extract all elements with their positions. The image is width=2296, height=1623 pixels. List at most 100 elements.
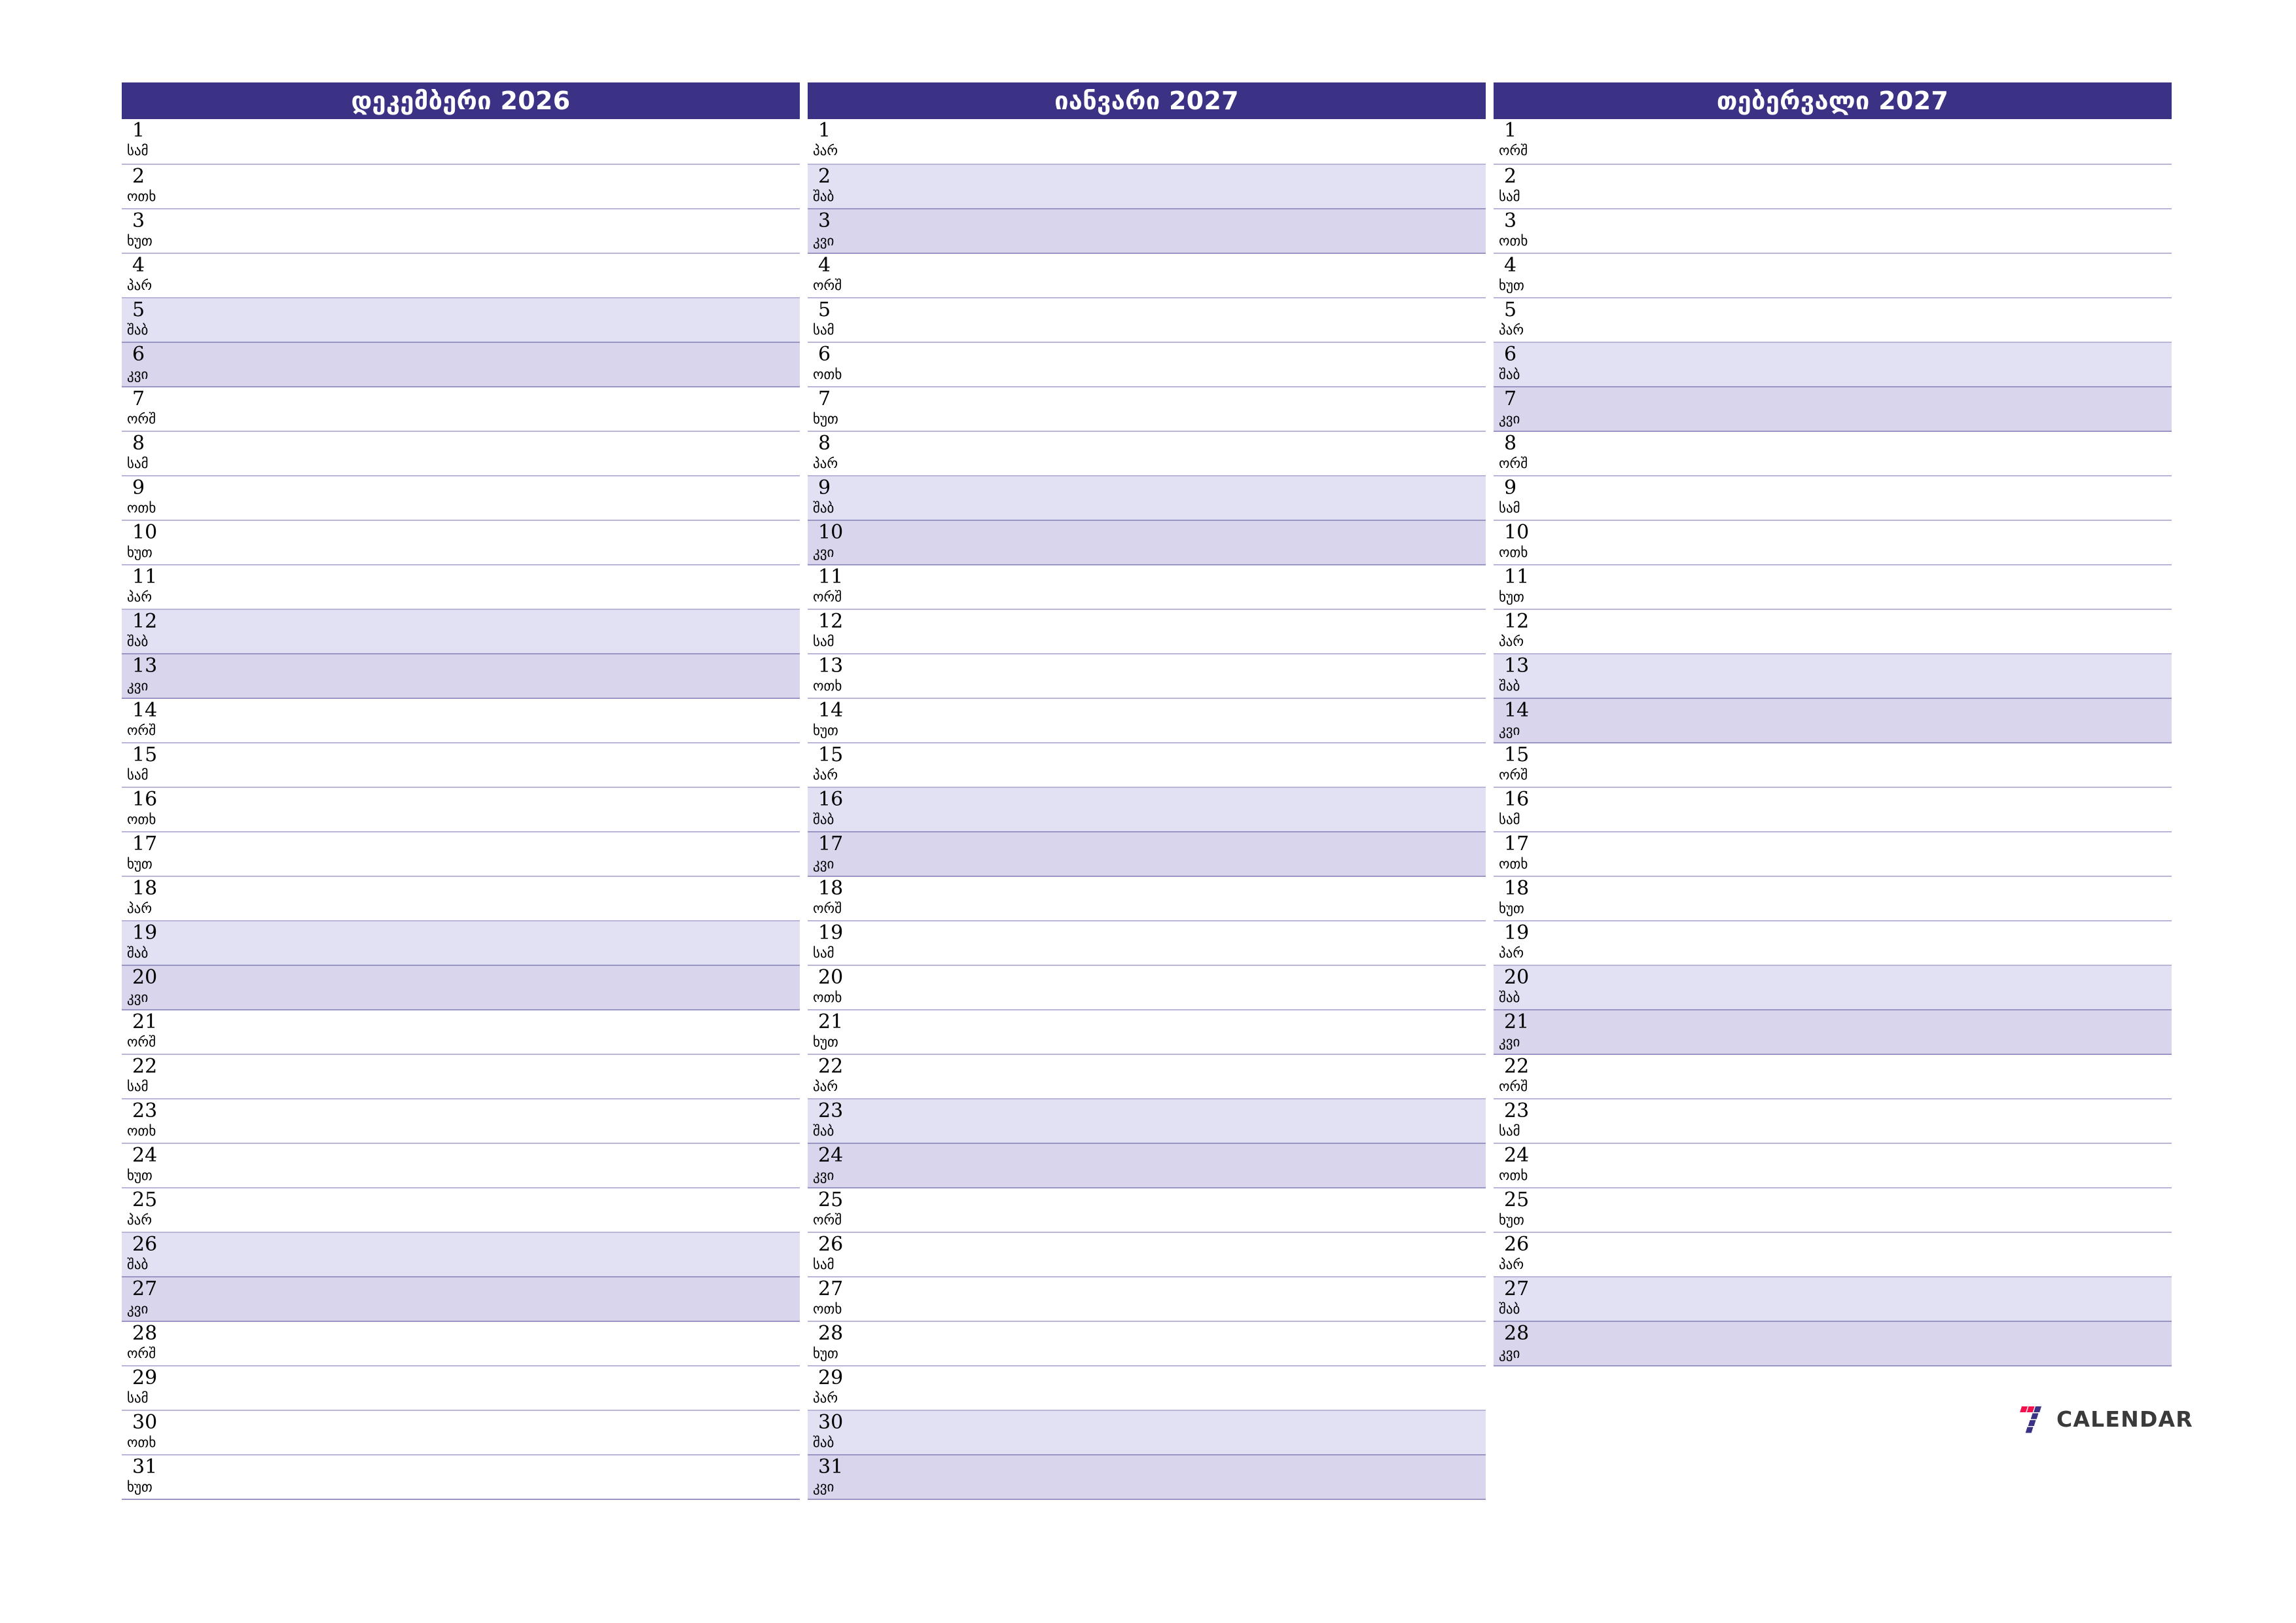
day-row[interactable]: 22 ორშ <box>1494 1054 2172 1098</box>
day-row[interactable]: 30 ოთხ <box>122 1410 800 1454</box>
day-note-area[interactable] <box>906 1322 1486 1365</box>
day-row[interactable]: 3 კვი <box>808 208 1486 253</box>
day-note-area[interactable] <box>1592 832 2172 876</box>
day-note-area[interactable] <box>1592 165 2172 208</box>
day-note-area[interactable] <box>1592 1144 2172 1187</box>
day-row[interactable]: 25 პარ <box>122 1187 800 1232</box>
day-row[interactable]: 1 პარ <box>808 119 1486 164</box>
day-row[interactable]: 1 ორშ <box>1494 119 2172 164</box>
day-note-area[interactable] <box>220 209 800 253</box>
day-row[interactable]: 2 ოთხ <box>122 164 800 208</box>
day-row[interactable]: 26 შაბ <box>122 1232 800 1276</box>
day-row[interactable]: 29 სამ <box>122 1365 800 1410</box>
day-row[interactable]: 9 შაბ <box>808 475 1486 520</box>
day-note-area[interactable] <box>220 1366 800 1410</box>
day-note-area[interactable] <box>906 832 1486 876</box>
day-note-area[interactable] <box>220 1411 800 1454</box>
day-note-area[interactable] <box>220 1233 800 1276</box>
day-row[interactable]: 23 შაბ <box>808 1098 1486 1143</box>
day-row[interactable]: 19 სამ <box>808 920 1486 965</box>
day-note-area[interactable] <box>1592 1233 2172 1276</box>
day-note-area[interactable] <box>1592 699 2172 742</box>
day-note-area[interactable] <box>906 1144 1486 1187</box>
day-row[interactable]: 13 ოთხ <box>808 653 1486 698</box>
day-note-area[interactable] <box>1592 387 2172 431</box>
day-note-area[interactable] <box>220 387 800 431</box>
day-note-area[interactable] <box>220 1055 800 1098</box>
day-row[interactable]: 25 ორშ <box>808 1187 1486 1232</box>
day-row[interactable]: 15 სამ <box>122 742 800 787</box>
day-row[interactable]: 28 ორშ <box>122 1321 800 1365</box>
day-row[interactable]: 14 ორშ <box>122 698 800 742</box>
day-row[interactable]: 9 ოთხ <box>122 475 800 520</box>
day-row[interactable]: 12 სამ <box>808 609 1486 653</box>
day-note-area[interactable] <box>220 654 800 698</box>
day-note-area[interactable] <box>220 119 800 164</box>
day-note-area[interactable] <box>220 432 800 475</box>
day-note-area[interactable] <box>906 1099 1486 1143</box>
day-row[interactable]: 12 შაბ <box>122 609 800 653</box>
day-row[interactable]: 16 ოთხ <box>122 787 800 831</box>
day-note-area[interactable] <box>1592 254 2172 297</box>
day-note-area[interactable] <box>220 1277 800 1321</box>
day-row[interactable]: 3 ოთხ <box>1494 208 2172 253</box>
day-note-area[interactable] <box>220 1099 800 1143</box>
day-row[interactable]: 11 ხუთ <box>1494 564 2172 609</box>
day-row[interactable]: 22 სამ <box>122 1054 800 1098</box>
day-note-area[interactable] <box>1592 1277 2172 1321</box>
day-note-area[interactable] <box>906 743 1486 787</box>
day-row[interactable]: 5 სამ <box>808 297 1486 342</box>
day-row[interactable]: 6 კვი <box>122 342 800 386</box>
day-note-area[interactable] <box>906 432 1486 475</box>
day-note-area[interactable] <box>906 298 1486 342</box>
day-note-area[interactable] <box>1592 565 2172 609</box>
day-row[interactable]: 28 ხუთ <box>808 1321 1486 1365</box>
day-note-area[interactable] <box>906 610 1486 653</box>
day-note-area[interactable] <box>1592 343 2172 386</box>
day-note-area[interactable] <box>1592 1322 2172 1365</box>
day-note-area[interactable] <box>1592 1010 2172 1054</box>
day-note-area[interactable] <box>906 1055 1486 1098</box>
day-row[interactable]: 15 ორშ <box>1494 742 2172 787</box>
day-note-area[interactable] <box>220 966 800 1009</box>
day-note-area[interactable] <box>1592 1055 2172 1098</box>
day-row[interactable]: 18 ხუთ <box>1494 876 2172 920</box>
day-row[interactable]: 16 შაბ <box>808 787 1486 831</box>
day-row[interactable]: 7 ორშ <box>122 386 800 431</box>
day-row[interactable]: 9 სამ <box>1494 475 2172 520</box>
day-note-area[interactable] <box>906 565 1486 609</box>
day-note-area[interactable] <box>220 1144 800 1187</box>
day-note-area[interactable] <box>906 165 1486 208</box>
day-note-area[interactable] <box>906 1188 1486 1232</box>
day-row[interactable]: 26 სამ <box>808 1232 1486 1276</box>
day-row[interactable]: 1 სამ <box>122 119 800 164</box>
day-note-area[interactable] <box>906 1455 1486 1499</box>
day-row[interactable]: 13 შაბ <box>1494 653 2172 698</box>
day-row[interactable]: 2 სამ <box>1494 164 2172 208</box>
day-row[interactable]: 30 შაბ <box>808 1410 1486 1454</box>
day-row[interactable]: 17 კვი <box>808 831 1486 876</box>
day-row[interactable]: 21 ორშ <box>122 1009 800 1054</box>
day-row[interactable]: 24 ხუთ <box>122 1143 800 1187</box>
day-row[interactable]: 8 პარ <box>808 431 1486 475</box>
day-row[interactable]: 27 კვი <box>122 1276 800 1321</box>
day-row[interactable]: 7 ხუთ <box>808 386 1486 431</box>
day-row[interactable]: 18 პარ <box>122 876 800 920</box>
day-note-area[interactable] <box>1592 654 2172 698</box>
day-note-area[interactable] <box>220 1010 800 1054</box>
day-row[interactable]: 14 ხუთ <box>808 698 1486 742</box>
day-row[interactable]: 20 კვი <box>122 965 800 1009</box>
day-note-area[interactable] <box>220 832 800 876</box>
day-row[interactable]: 24 ოთხ <box>1494 1143 2172 1187</box>
day-row[interactable]: 13 კვი <box>122 653 800 698</box>
day-row[interactable]: 21 კვი <box>1494 1009 2172 1054</box>
day-note-area[interactable] <box>1592 521 2172 564</box>
day-note-area[interactable] <box>220 921 800 965</box>
day-row[interactable]: 21 ხუთ <box>808 1009 1486 1054</box>
day-note-area[interactable] <box>220 788 800 831</box>
day-note-area[interactable] <box>1592 476 2172 520</box>
day-note-area[interactable] <box>220 1455 800 1499</box>
day-note-area[interactable] <box>1592 1188 2172 1232</box>
day-note-area[interactable] <box>1592 743 2172 787</box>
day-note-area[interactable] <box>220 565 800 609</box>
